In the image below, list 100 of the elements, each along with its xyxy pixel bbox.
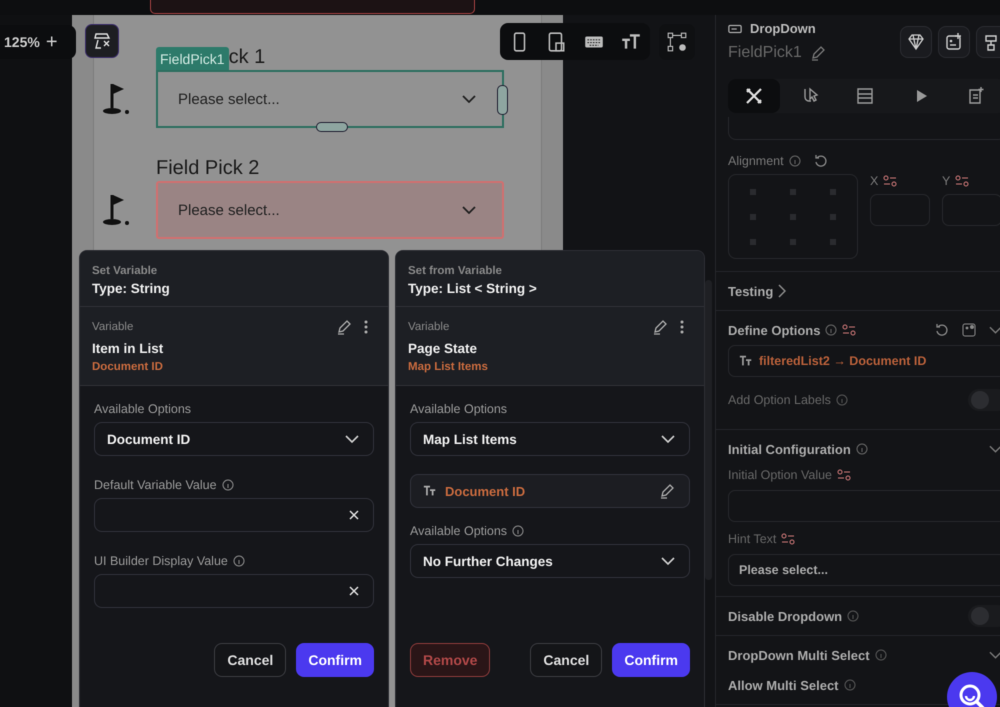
mapping-field[interactable]: Document ID — [410, 474, 690, 508]
chevron-down-icon — [661, 557, 675, 565]
field-label: Available Options — [410, 402, 508, 416]
chevron-down-icon[interactable] — [989, 445, 1000, 453]
alignment-label: Alignment — [728, 154, 784, 168]
magic-button[interactable] — [85, 24, 119, 58]
field-label: Hint Text — [728, 532, 776, 546]
section-title: Define Options — [728, 322, 820, 338]
diamond-button[interactable] — [900, 26, 932, 58]
cancel-button[interactable]: Cancel — [214, 643, 286, 677]
variable-icon[interactable] — [842, 324, 856, 336]
chevron-down-icon — [462, 95, 476, 103]
section-title[interactable]: Testing — [728, 284, 774, 298]
dropdown-field[interactable]: Please select... — [156, 181, 504, 239]
input-field[interactable] — [94, 498, 374, 532]
variable-caption: Variable — [92, 321, 134, 333]
y-label: Y — [942, 174, 950, 188]
toggle-switch[interactable] — [968, 605, 1000, 627]
hint-text-field[interactable]: Please select... — [728, 554, 1000, 586]
info-icon[interactable] — [856, 443, 868, 455]
options-field[interactable]: filteredList2 → Document ID — [728, 345, 1000, 377]
search-icon — [957, 682, 987, 707]
diamond-icon — [906, 32, 926, 52]
confirm-button[interactable]: Confirm — [612, 643, 690, 677]
pencil-icon[interactable] — [652, 319, 668, 335]
variable-icon[interactable] — [837, 469, 851, 481]
zoom-in-button[interactable]: + — [44, 30, 60, 54]
cancel-button[interactable]: Cancel — [530, 643, 602, 677]
info-icon[interactable] — [788, 155, 801, 167]
info-icon[interactable] — [844, 679, 856, 691]
field-label: UI Builder Display Value — [94, 554, 228, 568]
pencil-icon[interactable] — [810, 45, 826, 61]
chevron-down-icon — [345, 435, 359, 443]
dialog-caption: Set from Variable — [408, 265, 503, 277]
widget-type: DropDown — [750, 21, 816, 36]
dropdown-select[interactable]: Document ID — [94, 422, 374, 456]
variable-name: Item in List — [92, 341, 164, 356]
chevron-down-icon[interactable] — [989, 651, 1000, 659]
chevron-down-icon — [462, 206, 476, 214]
magic-icon — [92, 31, 112, 51]
variable-path: Map List Items — [408, 361, 489, 373]
chevron-right-icon[interactable] — [778, 284, 786, 298]
input-field[interactable] — [94, 574, 374, 608]
section-title: Initial Configuration — [728, 442, 851, 456]
clear-icon[interactable] — [349, 586, 359, 596]
variable-caption: Variable — [408, 321, 450, 333]
info-icon[interactable] — [847, 610, 860, 622]
dropdown-select[interactable]: No Further Changes — [410, 544, 690, 578]
widget-name: FieldPick1 — [728, 44, 802, 62]
field-label: Available Options — [94, 402, 192, 416]
variable-icon[interactable] — [781, 533, 796, 545]
tools-icon — [744, 86, 764, 106]
zoom-value: 125% — [4, 34, 40, 50]
resize-handle[interactable] — [316, 122, 348, 132]
clear-icon[interactable] — [349, 510, 359, 520]
info-icon[interactable] — [836, 394, 848, 406]
field-label: Field Pick 2 — [156, 157, 260, 181]
section-title: Disable Dropdown — [728, 608, 842, 624]
dialog-title: Type: String — [92, 281, 171, 296]
widget-icon[interactable] — [962, 323, 976, 337]
field-label: ck 1 — [228, 46, 266, 70]
info-icon[interactable] — [825, 324, 838, 336]
node-settings-button[interactable] — [659, 24, 695, 60]
info-icon[interactable] — [512, 525, 524, 537]
info-icon[interactable] — [232, 555, 245, 567]
field-label: Default Variable Value — [94, 478, 217, 492]
widget-tag: FieldPick1 — [156, 47, 229, 70]
chevron-down-icon — [661, 435, 675, 443]
dialog-caption: Set Variable — [92, 265, 158, 277]
dropdown-select[interactable]: Map List Items — [410, 422, 690, 456]
toggle-switch[interactable] — [968, 389, 1000, 411]
section-title: DropDown Multi Select — [728, 648, 870, 662]
pencil-icon[interactable] — [659, 483, 675, 499]
scrollbar[interactable] — [705, 280, 712, 580]
undo-icon[interactable] — [935, 323, 949, 337]
info-icon[interactable] — [222, 479, 234, 491]
pencil-icon[interactable] — [336, 319, 352, 335]
field-label: Initial Option Value — [728, 468, 832, 482]
add-widget-button[interactable] — [938, 26, 970, 58]
variable-name: Page State — [408, 341, 478, 356]
variable-icon[interactable] — [955, 175, 970, 187]
info-icon[interactable] — [874, 649, 887, 661]
node-settings-icon — [666, 31, 688, 53]
variable-icon[interactable] — [883, 175, 898, 187]
field-label: Available Options — [410, 524, 508, 538]
chevron-down-icon[interactable] — [989, 326, 1000, 334]
x-label: X — [870, 174, 878, 188]
more-icon[interactable] — [364, 320, 368, 334]
resize-handle[interactable] — [497, 85, 508, 115]
tools-tab[interactable] — [728, 79, 780, 113]
confirm-button[interactable]: Confirm — [296, 643, 374, 677]
option-label: Allow Multi Select — [728, 678, 839, 692]
add-widget-icon — [944, 32, 964, 52]
more-icon[interactable] — [680, 320, 684, 334]
golf-flag-icon — [100, 193, 130, 227]
text-type-icon — [739, 355, 753, 367]
table-icon — [855, 86, 875, 106]
golf-flag-icon — [100, 82, 130, 116]
variable-path: Document ID — [92, 361, 164, 373]
undo-icon[interactable] — [814, 154, 828, 168]
